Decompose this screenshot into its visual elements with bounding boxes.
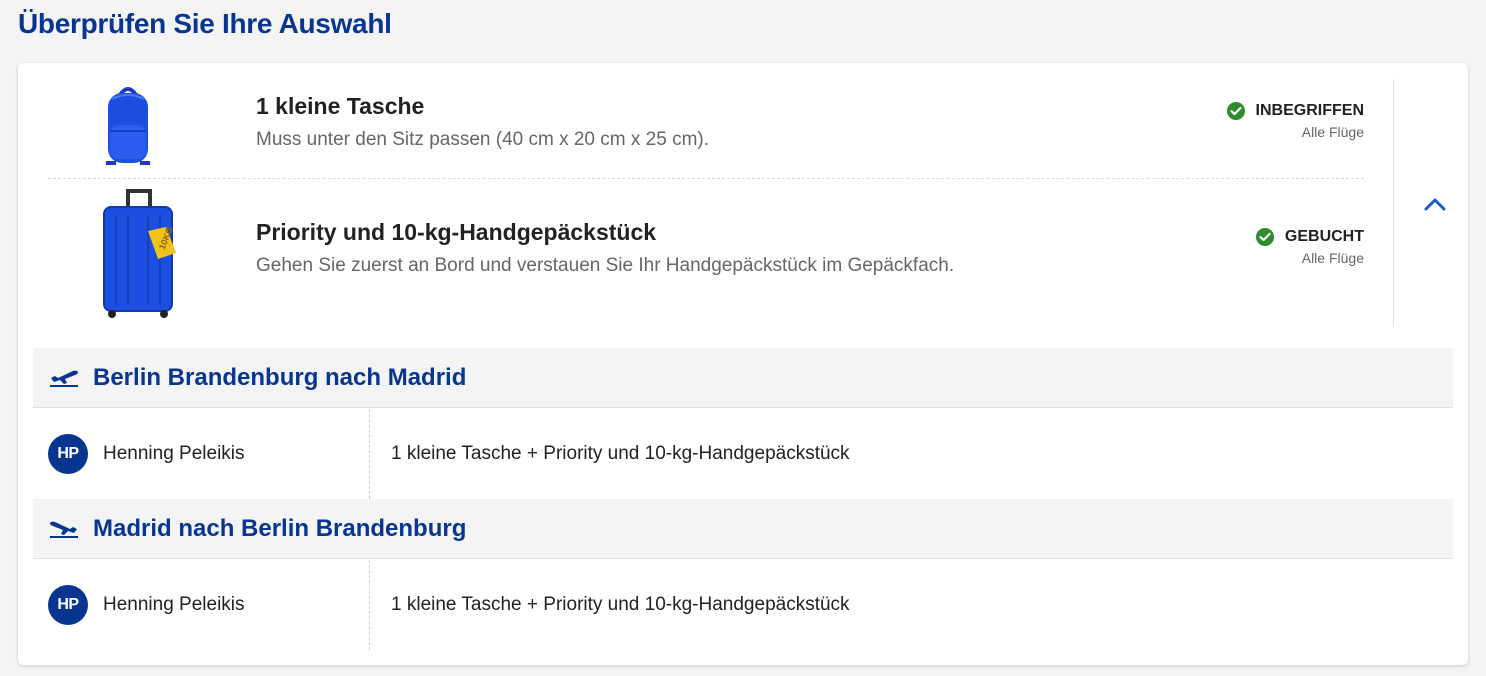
- passenger-cell: HP Henning Peleikis: [33, 560, 370, 650]
- bag-description: Muss unter den Sitz passen (40 cm x 20 c…: [256, 129, 710, 150]
- avatar: HP: [48, 585, 88, 625]
- status-scope: Alle Flüge: [1301, 124, 1364, 140]
- bag-row-small-bag: 1 kleine Tasche Muss unter den Sitz pass…: [48, 81, 1364, 179]
- passenger-items: 1 kleine Tasche + Priority und 10-kg-Han…: [391, 443, 850, 464]
- avatar: HP: [48, 434, 88, 474]
- passenger-row: HP Henning Peleikis 1 kleine Tasche + Pr…: [33, 560, 1453, 650]
- flight-header-return: Madrid nach Berlin Brandenburg: [33, 499, 1453, 559]
- bag-title: Priority und 10-kg-Handgepäckstück: [256, 219, 657, 245]
- status-label: GEBUCHT: [1284, 228, 1364, 245]
- flight-title: Berlin Brandenburg nach Madrid: [93, 363, 467, 391]
- page-title: Überprüfen Sie Ihre Auswahl: [18, 8, 392, 39]
- chevron-up-icon: [1424, 198, 1446, 211]
- passenger-name: Henning Peleikis: [103, 594, 245, 615]
- check-circle-icon: [1255, 227, 1275, 247]
- plane-departure-icon: [49, 367, 79, 392]
- passenger-items: 1 kleine Tasche + Priority und 10-kg-Han…: [391, 594, 850, 615]
- flight-title: Madrid nach Berlin Brandenburg: [93, 514, 467, 542]
- status-badge: INBEGRIFFEN Alle Flüge: [1226, 101, 1364, 140]
- vertical-divider: [1393, 79, 1394, 327]
- passenger-name: Henning Peleikis: [103, 443, 245, 464]
- check-circle-icon: [1226, 101, 1246, 121]
- bag-title: 1 kleine Tasche: [256, 93, 425, 119]
- selection-summary-card: 1 kleine Tasche Muss unter den Sitz pass…: [18, 63, 1468, 665]
- passenger-cell: HP Henning Peleikis: [33, 409, 370, 499]
- collapse-button[interactable]: [1420, 189, 1450, 219]
- bag-description: Gehen Sie zuerst an Bord und verstauen S…: [256, 255, 955, 276]
- bag-row-priority-bag: 10KG Priority und 10-kg-Handgepäckstück …: [48, 183, 1364, 323]
- status-label: INBEGRIFFEN: [1255, 102, 1364, 119]
- suitcase-icon: 10KG: [100, 187, 182, 324]
- passenger-row: HP Henning Peleikis 1 kleine Tasche + Pr…: [33, 409, 1453, 499]
- backpack-icon: [98, 85, 158, 172]
- status-scope: Alle Flüge: [1301, 250, 1364, 266]
- flight-header-outbound: Berlin Brandenburg nach Madrid: [33, 348, 1453, 408]
- status-badge: GEBUCHT Alle Flüge: [1255, 227, 1364, 266]
- plane-return-icon: [49, 518, 79, 543]
